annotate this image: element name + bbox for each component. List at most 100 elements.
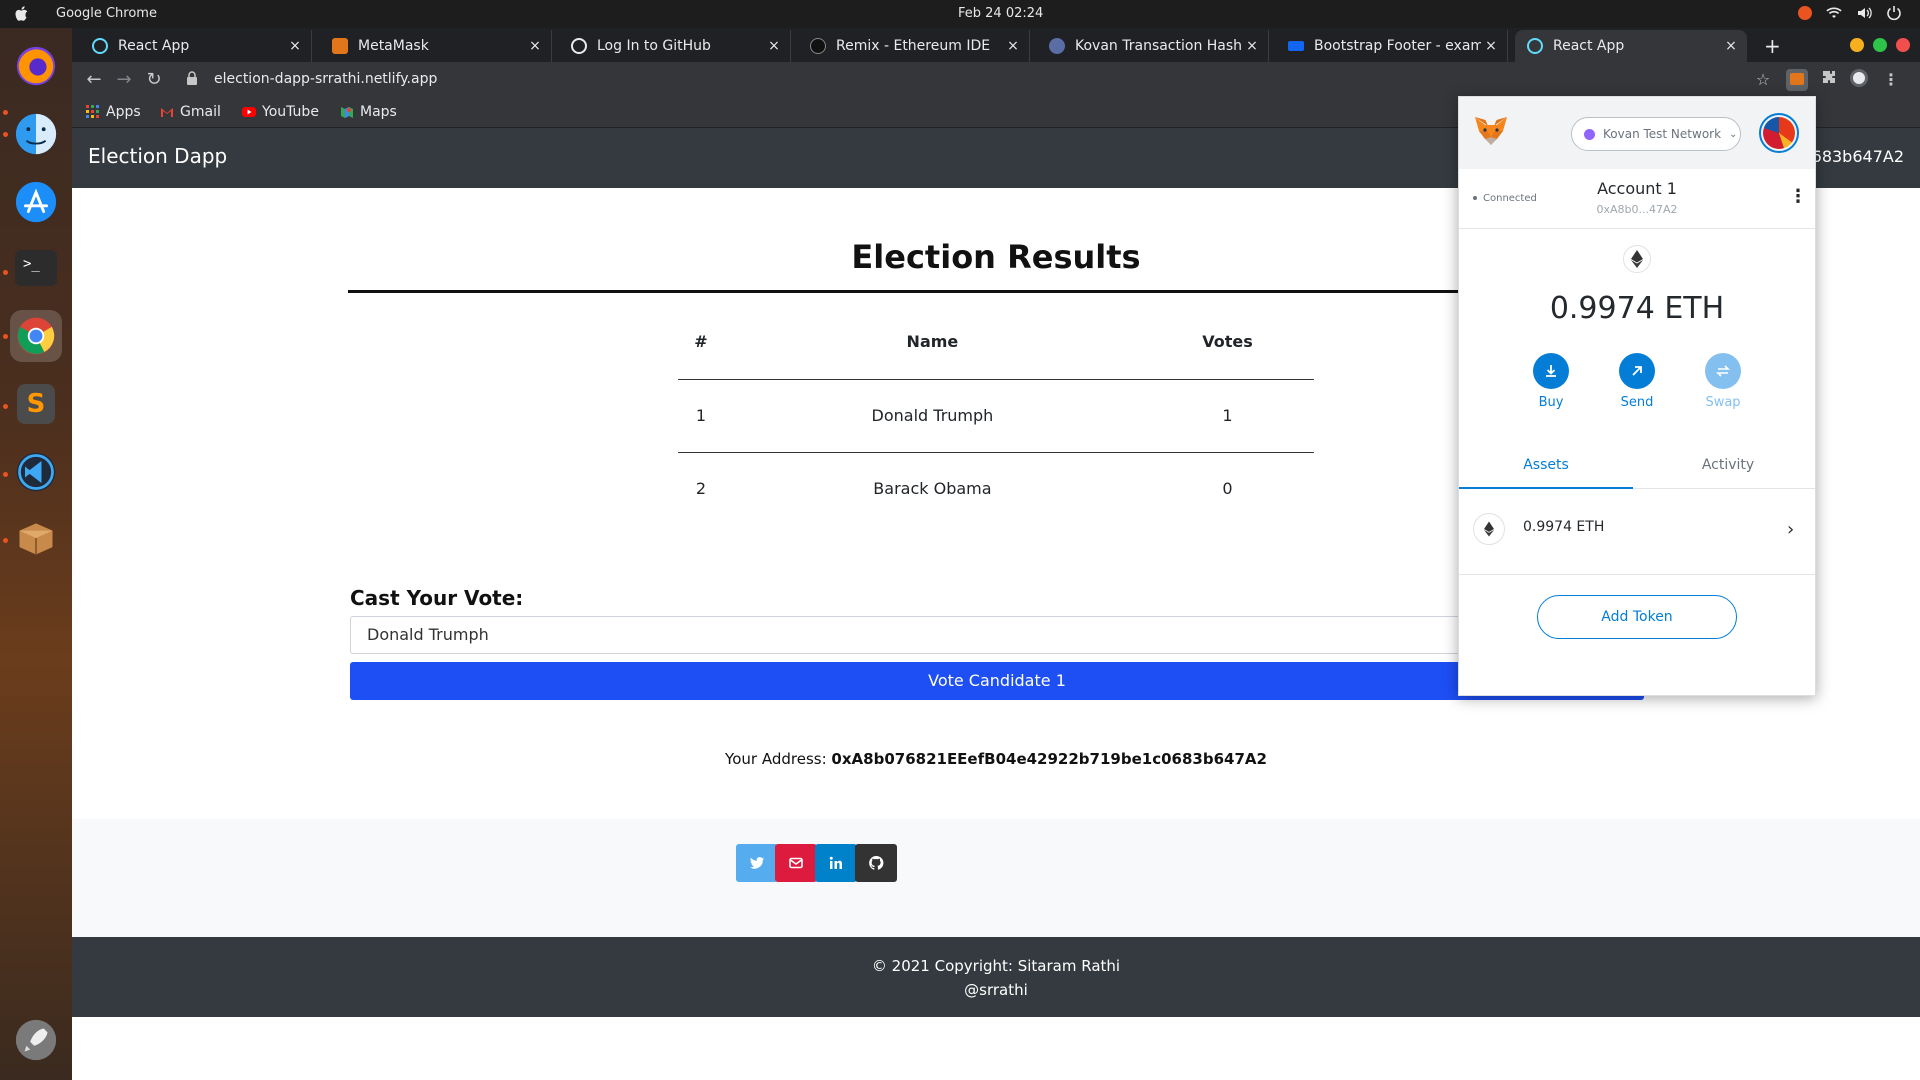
add-token-button[interactable]: Add Token (1537, 595, 1737, 639)
candidate-name: Donald Trumph (723, 379, 1141, 453)
close-icon[interactable]: × (1242, 38, 1262, 54)
bookmark-youtube[interactable]: YouTube (242, 104, 319, 120)
tab-metamask[interactable]: MetaMask × (320, 30, 552, 62)
app-store-icon[interactable] (10, 176, 62, 228)
close-icon[interactable]: × (1003, 38, 1023, 54)
extensions-puzzle-icon[interactable] (1818, 69, 1840, 91)
terminal-icon[interactable]: >_ (10, 242, 62, 294)
chevron-right-icon[interactable]: › (1787, 519, 1794, 540)
sublime-text-icon[interactable]: S (10, 378, 62, 430)
browser-toolbar: ← → ↻ election-dapp-srrathi.netlify.app … (72, 62, 1920, 98)
close-icon[interactable]: × (1481, 38, 1501, 54)
vote-button[interactable]: Vote Candidate 1 (350, 662, 1644, 700)
react-icon (92, 38, 108, 54)
table-row: 1 Donald Trumph 1 (678, 379, 1314, 453)
profile-avatar-icon[interactable] (1848, 69, 1870, 91)
launcher-icon[interactable] (10, 1014, 62, 1066)
finder-icon[interactable] (10, 108, 62, 160)
cast-vote-label: Cast Your Vote: (350, 586, 524, 610)
package-manager-icon[interactable] (10, 512, 62, 564)
vscode-icon[interactable] (10, 446, 62, 498)
network-status-dot (1584, 128, 1595, 140)
column-header-name: Name (723, 304, 1141, 380)
reload-icon[interactable]: ↻ (142, 68, 166, 92)
buy-button[interactable]: Buy (1523, 353, 1579, 410)
close-window-button[interactable] (1896, 38, 1910, 52)
account-address[interactable]: 0xA8b0...47A2 (1459, 203, 1815, 216)
asset-list-item[interactable]: 0.9974 ETH › (1459, 489, 1815, 575)
close-icon[interactable]: × (525, 38, 545, 54)
buy-label: Buy (1538, 395, 1564, 410)
clock[interactable]: Feb 24 02:24 (958, 6, 1043, 21)
tab-react-app-active[interactable]: React App × (1515, 30, 1747, 62)
column-header-votes: Votes (1140, 304, 1314, 380)
active-app-name[interactable]: Google Chrome (56, 6, 157, 21)
wifi-icon[interactable] (1826, 5, 1842, 21)
twitter-icon (750, 857, 764, 869)
swap-button[interactable]: Swap (1695, 353, 1751, 410)
metamask-fox-icon[interactable] (1473, 113, 1509, 149)
download-icon (1533, 353, 1569, 389)
tab-github[interactable]: Log In to GitHub × (559, 30, 791, 62)
table-header-row: # Name Votes (678, 304, 1314, 380)
lock-icon[interactable] (186, 71, 198, 85)
bookmark-label: Apps (106, 104, 141, 120)
minimize-window-button[interactable] (1850, 38, 1864, 52)
bookmark-maps[interactable]: Maps (340, 104, 397, 120)
github-button[interactable] (855, 844, 897, 882)
network-selector[interactable]: Kovan Test Network ⌄ (1571, 117, 1741, 151)
address-bar[interactable]: election-dapp-srrathi.netlify.app (172, 65, 1832, 95)
account-options-icon[interactable]: ⋮ (1789, 185, 1807, 209)
maximize-window-button[interactable] (1873, 38, 1887, 52)
tab-title: React App (1553, 38, 1625, 54)
url-text[interactable]: election-dapp-srrathi.netlify.app (214, 71, 437, 87)
send-button[interactable]: Send (1609, 353, 1665, 410)
react-icon (1527, 38, 1543, 54)
tab-assets[interactable]: Assets (1459, 441, 1633, 489)
tab-remix[interactable]: Remix - Ethereum IDE × (798, 30, 1030, 62)
metamask-header: Kovan Test Network ⌄ (1459, 97, 1815, 169)
close-icon[interactable]: × (285, 38, 305, 54)
metamask-extension-icon[interactable] (1786, 69, 1808, 91)
candidate-name: Barack Obama (873, 479, 992, 499)
bookmark-gmail[interactable]: Gmail (160, 104, 221, 120)
github-icon (571, 38, 587, 54)
account-avatar[interactable] (1759, 113, 1799, 153)
new-tab-button[interactable]: + (1764, 34, 1781, 58)
candidate-index: 2 (695, 479, 707, 499)
apple-logo-icon[interactable] (14, 5, 30, 23)
chrome-icon[interactable] (10, 310, 62, 362)
close-icon[interactable]: × (1721, 38, 1741, 54)
ubuntu-updates-icon[interactable] (1798, 6, 1812, 20)
metamask-fox-icon (332, 38, 348, 54)
dock-running-indicator (3, 538, 8, 543)
twitter-button[interactable] (736, 844, 778, 882)
footer-copyright: © 2021 Copyright: Sitaram Rathi (871, 957, 1121, 975)
linkedin-button[interactable] (815, 844, 857, 882)
bookmark-star-icon[interactable]: ☆ (1752, 69, 1774, 91)
candidate-select[interactable]: Donald Trumph (350, 616, 1644, 654)
forward-arrow-icon[interactable]: → (112, 68, 136, 92)
navbar-brand[interactable]: Election Dapp (88, 144, 227, 168)
bookmark-apps[interactable]: Apps (86, 104, 141, 120)
dock-running-indicator (3, 334, 8, 339)
tab-activity[interactable]: Activity (1641, 441, 1815, 489)
swap-label: Swap (1705, 395, 1741, 410)
back-arrow-icon[interactable]: ← (82, 68, 106, 92)
power-icon[interactable] (1886, 5, 1902, 21)
footer-handle[interactable]: @srrathi (72, 978, 1920, 1002)
linkedin-icon (829, 856, 842, 869)
ethereum-icon (1623, 245, 1651, 273)
volume-icon[interactable] (1856, 5, 1872, 21)
chrome-menu-icon[interactable]: ⋮ (1880, 69, 1902, 91)
bookmark-label: Gmail (180, 104, 221, 120)
firefox-icon[interactable] (10, 40, 62, 92)
tab-react-app-1[interactable]: React App × (80, 30, 312, 62)
tab-title: Kovan Transaction Hash ( (1075, 38, 1242, 54)
youtube-icon (242, 107, 256, 117)
email-button[interactable] (775, 844, 817, 882)
account-name[interactable]: Account 1 (1459, 179, 1815, 198)
tab-kovan-etherscan[interactable]: Kovan Transaction Hash ( × (1037, 30, 1269, 62)
close-icon[interactable]: × (764, 38, 784, 54)
tab-bootstrap-footer[interactable]: Bootstrap Footer - examp × (1276, 30, 1508, 62)
